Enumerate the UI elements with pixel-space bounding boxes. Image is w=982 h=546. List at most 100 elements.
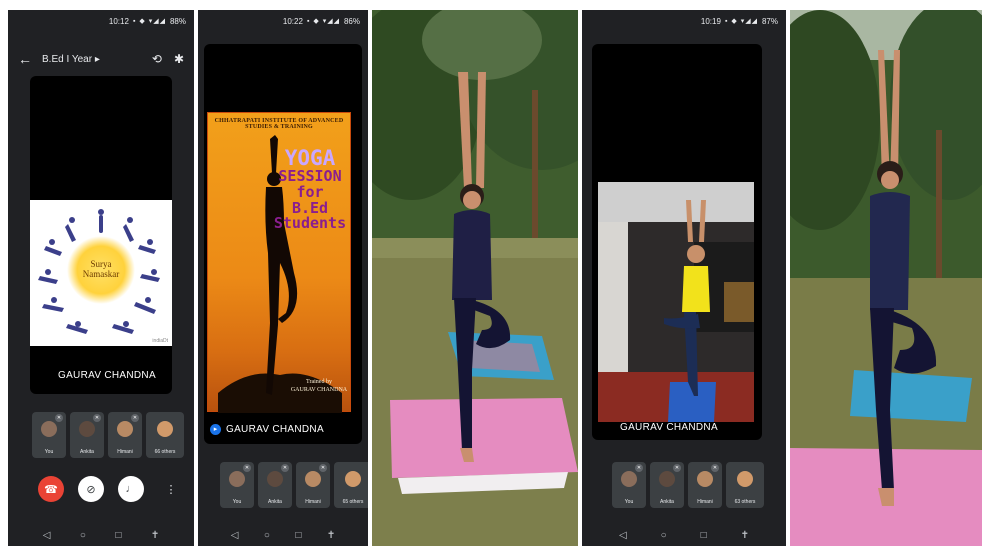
- nav-home-icon[interactable]: ○: [661, 530, 667, 541]
- participant-tile-others[interactable]: 63 others: [726, 462, 764, 508]
- nav-home-icon[interactable]: ○: [264, 530, 270, 541]
- accessibility-icon[interactable]: ✝: [151, 530, 159, 541]
- avatar-stack: [737, 471, 753, 487]
- accessibility-icon[interactable]: ✝: [327, 530, 335, 541]
- presenter-video-tile[interactable]: GAURAV CHANDNA: [592, 44, 762, 440]
- battery-level: 86%: [343, 16, 360, 26]
- participant-name: Ankita: [80, 449, 94, 455]
- participant-tile[interactable]: ✕ You: [32, 412, 66, 458]
- photo-tree-pose-park: [372, 10, 578, 546]
- instructor-tree-pose: [598, 182, 754, 422]
- status-icons: ▪ ◆ ▾◢◢: [724, 18, 758, 25]
- avatar: [305, 471, 321, 487]
- camera-off-icon[interactable]: ⊘: [78, 476, 104, 502]
- participant-name: 63 others: [734, 499, 756, 505]
- mic-off-icon[interactable]: ♩: [118, 476, 144, 502]
- status-time: 10:19: [700, 16, 721, 26]
- avatar: [697, 471, 713, 487]
- slide-credit: indiaDt: [152, 338, 168, 344]
- participant-name: Himani: [117, 449, 133, 455]
- avatar: [621, 471, 637, 487]
- presentation-tile[interactable]: CHHATRAPATI INSTITUTE OF ADVANCED STUDIE…: [204, 44, 362, 444]
- mic-off-icon: ✕: [673, 464, 681, 472]
- shared-slide: Surya Namaskar indiaDt: [30, 200, 172, 346]
- avatar: [229, 471, 245, 487]
- accessibility-icon[interactable]: ✝: [741, 530, 749, 541]
- avatar-stack: [345, 471, 361, 487]
- status-time: 10:22: [282, 16, 303, 26]
- participant-tile-others[interactable]: 66 others: [146, 412, 184, 458]
- avatar: [117, 421, 133, 437]
- meet-screenshot-2: 10:22 ▪ ◆ ▾◢◢ 86% CHHATRAPATI INSTITUTE …: [198, 10, 368, 546]
- nav-recents-icon[interactable]: □: [295, 530, 301, 541]
- status-bar: 10:12 ▪ ◆ ▾◢◢ 88%: [8, 10, 194, 32]
- mic-off-icon: ✕: [93, 414, 101, 422]
- slide-center-text: Surya Namaskar: [82, 259, 120, 279]
- status-bar: 10:19 ▪ ◆ ▾◢◢ 87%: [582, 10, 786, 32]
- yoga-poster: CHHATRAPATI INSTITUTE OF ADVANCED STUDIE…: [207, 112, 352, 413]
- more-vert-icon[interactable]: ⋮: [158, 476, 184, 502]
- park-photo-illustration-2: [790, 10, 982, 546]
- presentation-tile[interactable]: Surya Namaskar indiaDt GAURAV CHANDNA: [30, 76, 172, 394]
- mic-off-icon: ✕: [131, 414, 139, 422]
- park-photo-illustration: [372, 10, 578, 546]
- battery-level: 88%: [169, 16, 186, 26]
- nav-back-icon[interactable]: ◁: [231, 530, 239, 541]
- trainer-name: GAURAV CHANDNA: [290, 386, 348, 393]
- participant-name: 65 others: [342, 499, 364, 505]
- presenter-name: GAURAV CHANDNA: [58, 370, 156, 381]
- meeting-title[interactable]: B.Ed I Year ▸: [42, 54, 100, 65]
- photo-tree-pose-park-2: [790, 10, 982, 546]
- meet-screenshot-1: 10:12 ▪ ◆ ▾◢◢ 88% ← B.Ed I Year ▸ ⟲ ✱ Su…: [8, 10, 194, 546]
- android-nav-bar: ◁ ○ □ ✝: [8, 524, 194, 546]
- android-nav-bar: ◁ ○ □ ✝: [582, 524, 786, 546]
- mic-off-icon: ✕: [635, 464, 643, 472]
- call-controls: ☎ ⊘ ♩ ⋮: [38, 476, 184, 502]
- switch-camera-icon[interactable]: ⟲: [152, 52, 162, 66]
- meet-screenshot-3: 10:19 ▪ ◆ ▾◢◢ 87% GAURAV CHANDNA ✕ You ✕…: [582, 10, 786, 546]
- participant-tile[interactable]: ✕ You: [612, 462, 646, 508]
- nav-recents-icon[interactable]: □: [701, 530, 707, 541]
- nav-back-icon[interactable]: ◁: [43, 530, 51, 541]
- battery-level: 87%: [761, 16, 778, 26]
- participant-strip: ✕ You ✕ Ankita ✕ Himani 63 others: [612, 462, 764, 508]
- status-bar: 10:22 ▪ ◆ ▾◢◢ 86%: [198, 10, 368, 32]
- participant-name: Himani: [697, 499, 713, 505]
- bluetooth-icon[interactable]: ✱: [174, 52, 184, 66]
- android-nav-bar: ◁ ○ □ ✝: [198, 524, 368, 546]
- avatar: [659, 471, 675, 487]
- poster-title-line: YOGA: [284, 146, 336, 170]
- status-icons: ▪ ◆ ▾◢◢: [306, 18, 340, 25]
- participant-tile[interactable]: ✕ Himani: [108, 412, 142, 458]
- participant-tile[interactable]: ✕ Himani: [688, 462, 722, 508]
- participant-name: Himani: [305, 499, 321, 505]
- avatar: [79, 421, 95, 437]
- avatar: [41, 421, 57, 437]
- poster-title-line: Students: [273, 214, 347, 233]
- participant-tile[interactable]: ✕ Ankita: [70, 412, 104, 458]
- participant-strip: ✕ You ✕ Ankita ✕ Himani 66 others: [32, 412, 184, 458]
- mic-off-icon: ✕: [281, 464, 289, 472]
- arrow-left-icon[interactable]: ←: [18, 51, 32, 67]
- participant-tile[interactable]: ✕ Himani: [296, 462, 330, 508]
- participant-name: Ankita: [268, 499, 282, 505]
- participant-tile[interactable]: ✕ Ankita: [650, 462, 684, 508]
- mic-off-icon: ✕: [55, 414, 63, 422]
- participant-tile[interactable]: ✕ You: [220, 462, 254, 508]
- nav-recents-icon[interactable]: □: [115, 530, 121, 541]
- participant-tile-others[interactable]: 65 others: [334, 462, 368, 508]
- participant-name: You: [624, 499, 634, 505]
- poster-title: YOGA SESSION for B.Ed Students: [268, 147, 352, 232]
- phone-hangup-icon[interactable]: ☎: [38, 476, 64, 502]
- participant-name: 66 others: [154, 449, 176, 455]
- nav-back-icon[interactable]: ◁: [619, 530, 627, 541]
- mic-off-icon: ✕: [243, 464, 251, 472]
- participant-tile[interactable]: ✕ Ankita: [258, 462, 292, 508]
- status-icons: ▪ ◆ ▾◢◢: [132, 18, 166, 25]
- participant-name: You: [232, 499, 242, 505]
- avatar-stack: [157, 421, 173, 437]
- nav-home-icon[interactable]: ○: [80, 530, 86, 541]
- mic-off-icon: ✕: [319, 464, 327, 472]
- participant-name: You: [44, 449, 54, 455]
- avatar: [267, 471, 283, 487]
